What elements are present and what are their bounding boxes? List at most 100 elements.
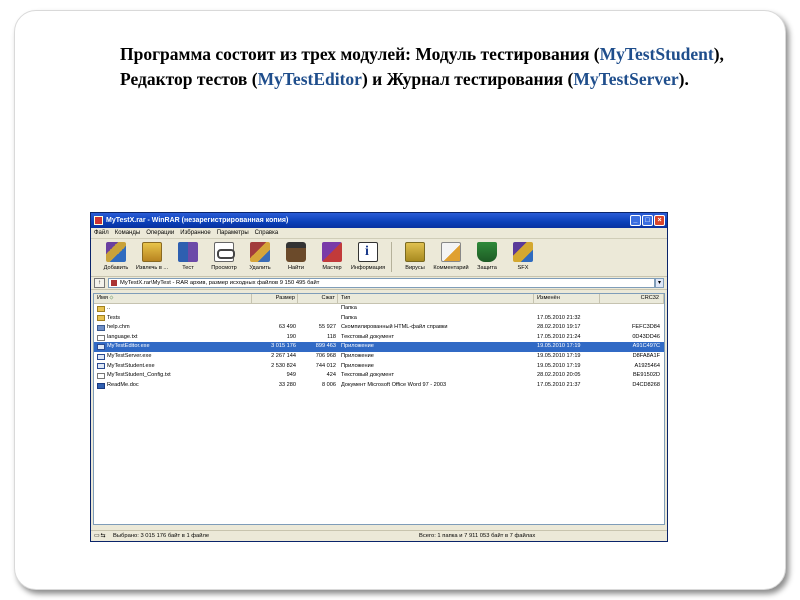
sfx-button[interactable]: SFX [506, 242, 540, 271]
find-button[interactable]: Найти [279, 242, 313, 271]
file-packed: 706 968 [315, 352, 336, 359]
txt-icon [97, 334, 105, 341]
menu-commands[interactable]: Команды [115, 230, 140, 236]
file-type: Приложение [341, 362, 374, 369]
file-packed: 55 927 [318, 324, 336, 331]
delete-button[interactable]: Удалить [243, 242, 277, 271]
table-row[interactable]: MyTestStudent_Config.txt 949 424 Текстовый … [94, 371, 664, 381]
file-modified: 19.05.2010 17:19 [537, 362, 581, 369]
file-modified: 28.02.2010 20:05 [537, 372, 581, 379]
file-type: Приложение [341, 352, 374, 359]
maximize-button[interactable]: □ [642, 215, 653, 226]
table-row[interactable]: MyTestStudent.exe 2 530 824 744 012 Приложе… [94, 362, 664, 372]
txt-icon [97, 372, 105, 379]
col-packed[interactable]: Сжат [298, 294, 338, 303]
table-row[interactable]: MyTestServer.exe 2 267 144 706 968 Приложен… [94, 352, 664, 362]
file-size: 33 280 [278, 381, 296, 388]
file-size: 3 015 176 [271, 343, 296, 350]
menu-help[interactable]: Справка [255, 230, 279, 236]
file-name: MyTestServer.exe [94, 352, 252, 362]
menu-favorites[interactable]: Избранное [180, 230, 210, 236]
folder-icon [97, 305, 105, 312]
intro-prefix: Программа состоит из трех модулей: Модул… [120, 44, 600, 64]
file-size: 2 267 144 [271, 352, 296, 359]
col-crc[interactable]: CRC32 [600, 294, 664, 303]
col-name[interactable]: Имя ⬦ [94, 294, 252, 303]
comment-button[interactable]: Комментарий [433, 242, 469, 271]
file-packed: 118 [327, 333, 336, 340]
path-field[interactable]: MyTestX.rar\MyTest - RAR архив, размер и… [108, 278, 655, 288]
minimize-button[interactable]: _ [630, 215, 641, 226]
file-modified: 17.05.2010 21:24 [537, 333, 581, 340]
add-button[interactable]: Добавить [99, 242, 133, 271]
file-modified: 17.05.2010 21:32 [537, 314, 581, 321]
protect-button[interactable]: Защита [470, 242, 504, 271]
table-row[interactable]: language.txt 190 118 Текстовый документ 17.0… [94, 333, 664, 343]
menu-options[interactable]: Параметры [217, 230, 249, 236]
intro-mid2: ) и Журнал тестирования ( [361, 69, 574, 89]
toolbar: Добавить Извлечь в ... Тест Просмотр Уда… [91, 239, 667, 277]
test-icon [178, 242, 198, 262]
file-size: 63 490 [278, 324, 296, 331]
file-type: Приложение [341, 343, 374, 350]
file-packed: 8 006 [322, 381, 336, 388]
col-size[interactable]: Размер [252, 294, 298, 303]
file-type: Текстовый документ [341, 372, 395, 379]
virus-scan-icon [405, 242, 425, 262]
comment-icon [441, 242, 461, 262]
chm-icon [97, 324, 105, 331]
table-row[interactable]: MyTestEditor.exe 3 015 176 899 463 Приложен… [94, 342, 664, 352]
extract-icon [142, 242, 162, 262]
title-bar[interactable]: MyTestX.rar - WinRAR (незарегистрированн… [91, 213, 667, 228]
file-name: ReadMe.doc [94, 381, 252, 391]
intro-text: Программа состоит из трех модулей: Модул… [120, 42, 740, 92]
path-bar: ↑ MyTestX.rar\MyTest - RAR архив, размер… [91, 277, 667, 290]
file-crc: D4CD8268 [632, 381, 660, 388]
file-rows: .. Папка Tests Папка 17.05.2010 21:32 help.ch… [94, 304, 664, 390]
file-crc: D8FA8A1F [632, 352, 660, 359]
info-button[interactable]: Информация [351, 242, 385, 271]
col-modified[interactable]: Изменён [534, 294, 600, 303]
file-type: Скомпилированный HTML-файл справки [341, 324, 448, 331]
file-packed: 744 012 [315, 362, 336, 369]
file-size [252, 314, 298, 324]
file-crc [600, 304, 664, 314]
file-crc: 0D43DD46 [632, 333, 660, 340]
table-row[interactable]: Tests Папка 17.05.2010 21:32 [94, 314, 664, 324]
table-row[interactable]: help.chm 63 490 55 927 Скомпилированный HTM… [94, 323, 664, 333]
file-list: Имя ⬦ Размер Сжат Тип Изменён CRC32 .. Па… [93, 293, 665, 525]
status-selected: Выбрано: 3 015 176 байт в 1 файле [113, 533, 210, 539]
extract-button[interactable]: Извлечь в ... [135, 242, 169, 271]
test-button[interactable]: Тест [171, 242, 205, 271]
status-bar: ▭⇆ Выбрано: 3 015 176 байт в 1 файле Все… [91, 530, 667, 541]
path-dropdown-button[interactable]: ▾ [655, 278, 664, 288]
up-folder-button[interactable]: ↑ [94, 278, 105, 288]
file-crc [600, 314, 664, 324]
file-crc: A1925464 [634, 362, 660, 369]
exe-icon [97, 353, 105, 360]
file-modified: 28.02.2010 19:17 [537, 324, 581, 331]
file-name: Tests [94, 314, 252, 324]
view-button[interactable]: Просмотр [207, 242, 241, 271]
menu-operations[interactable]: Операции [146, 230, 174, 236]
file-list-header: Имя ⬦ Размер Сжат Тип Изменён CRC32 [94, 294, 664, 304]
sfx-icon [513, 242, 533, 262]
virus-scan-button[interactable]: Вирусы [398, 242, 432, 271]
file-packed: 424 [326, 372, 336, 379]
file-crc: A91C497C [632, 343, 660, 350]
file-modified: 17.05.2010 21:37 [537, 381, 581, 388]
col-type[interactable]: Тип [338, 294, 534, 303]
winrar-app-icon [94, 216, 103, 225]
close-button[interactable]: × [654, 215, 665, 226]
wizard-button[interactable]: Мастер [315, 242, 349, 271]
file-packed [298, 314, 338, 324]
archive-icon [111, 280, 117, 286]
menu-bar: Файл Команды Операции Избранное Параметр… [91, 228, 667, 239]
module-server: MyTestServer [573, 69, 679, 89]
table-row[interactable]: .. Папка [94, 304, 664, 314]
file-modified: 19.05.2010 17:19 [537, 343, 581, 350]
table-row[interactable]: ReadMe.doc 33 280 8 006 Документ Microsoft … [94, 381, 664, 391]
module-editor: MyTestEditor [257, 69, 362, 89]
menu-file[interactable]: Файл [94, 230, 109, 236]
file-type: Документ Microsoft Office Word 97 - 2003 [341, 381, 447, 388]
